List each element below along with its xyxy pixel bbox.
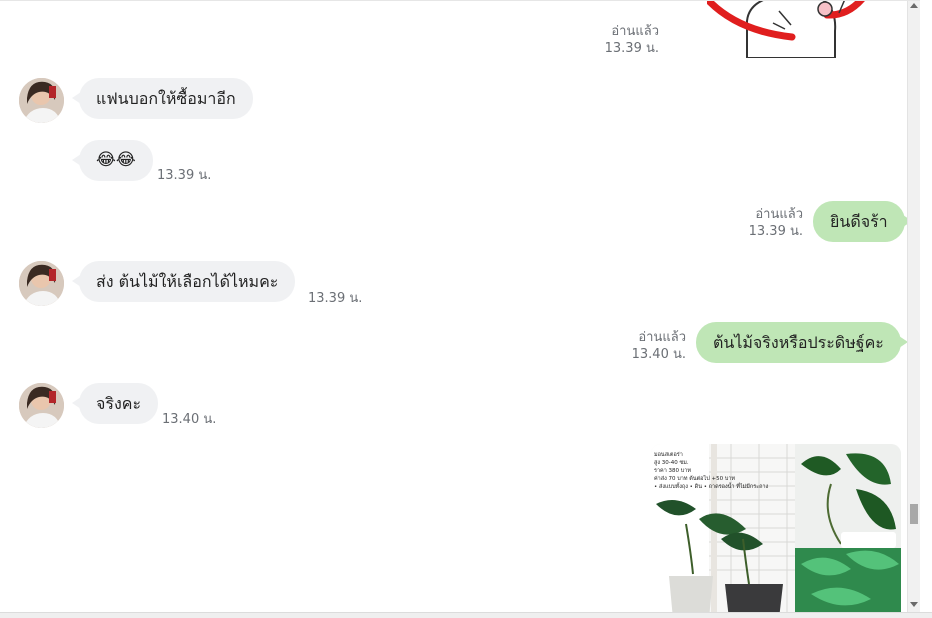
cartoon-sticker-icon[interactable] xyxy=(707,1,867,58)
message-time: 13.39 น. xyxy=(748,224,803,239)
message-time: 13.40 น. xyxy=(631,347,686,362)
vertical-scrollbar[interactable] xyxy=(907,1,920,613)
caption-line: • ส่งแบบทั้งถุง • ดิน • ถาดรองน้ำ ที่ไม่… xyxy=(654,482,769,490)
bottom-divider xyxy=(0,612,932,618)
message-meta: อ่านแล้ว 13.39 น. xyxy=(746,206,803,240)
message-time: 13.40 น. xyxy=(162,412,217,427)
caption-line: ราคา 380 บาท xyxy=(654,468,691,474)
plant-photo-message[interactable]: มอนสเตอร่า สูง 30-40 ซม. ราคา 380 บาท ค่… xyxy=(651,444,901,613)
read-status: อ่านแล้ว xyxy=(638,330,686,345)
message-bubble-incoming[interactable]: 😂😂 xyxy=(72,140,153,181)
caption-line: ค่าส่ง 70 บาท ต้นต่อไป +50 บาท xyxy=(654,475,735,482)
message-bubble-incoming[interactable]: แฟนบอกให้ซื้อมาอีก xyxy=(72,78,253,119)
message-time: 13.39 น. xyxy=(157,168,212,183)
avatar[interactable] xyxy=(19,261,64,306)
avatar[interactable] xyxy=(19,78,64,123)
message-time: 13.39 น. xyxy=(308,291,363,306)
caption-line: สูง 30-40 ซม. xyxy=(654,459,689,466)
message-bubble-outgoing[interactable]: ต้นไม้จริงหรือประดิษฐ์คะ xyxy=(696,322,908,363)
scroll-up-icon[interactable] xyxy=(910,3,918,8)
chat-area[interactable]: อ่านแล้ว 13.39 น. แฟนบอกให้ซื้อมาอีก 😂😂 … xyxy=(0,0,920,613)
scroll-down-icon[interactable] xyxy=(910,602,918,607)
caption-line: มอนสเตอร่า xyxy=(654,451,683,458)
message-bubble-incoming[interactable]: ส่ง ต้นไม้ให้เลือกได้ไหมคะ xyxy=(71,261,296,302)
avatar[interactable] xyxy=(19,383,64,428)
message-time: 13.39 น. xyxy=(604,41,659,56)
message-meta: อ่านแล้ว 13.40 น. xyxy=(628,329,686,363)
read-status: อ่านแล้ว xyxy=(755,207,803,222)
message-bubble-outgoing[interactable]: ยินดีจร้า xyxy=(813,201,912,242)
scroll-thumb[interactable] xyxy=(910,504,918,524)
read-status: อ่านแล้ว xyxy=(611,24,659,39)
sticker-meta: อ่านแล้ว 13.39 น. xyxy=(600,23,659,57)
message-bubble-incoming[interactable]: จริงคะ xyxy=(71,383,159,424)
